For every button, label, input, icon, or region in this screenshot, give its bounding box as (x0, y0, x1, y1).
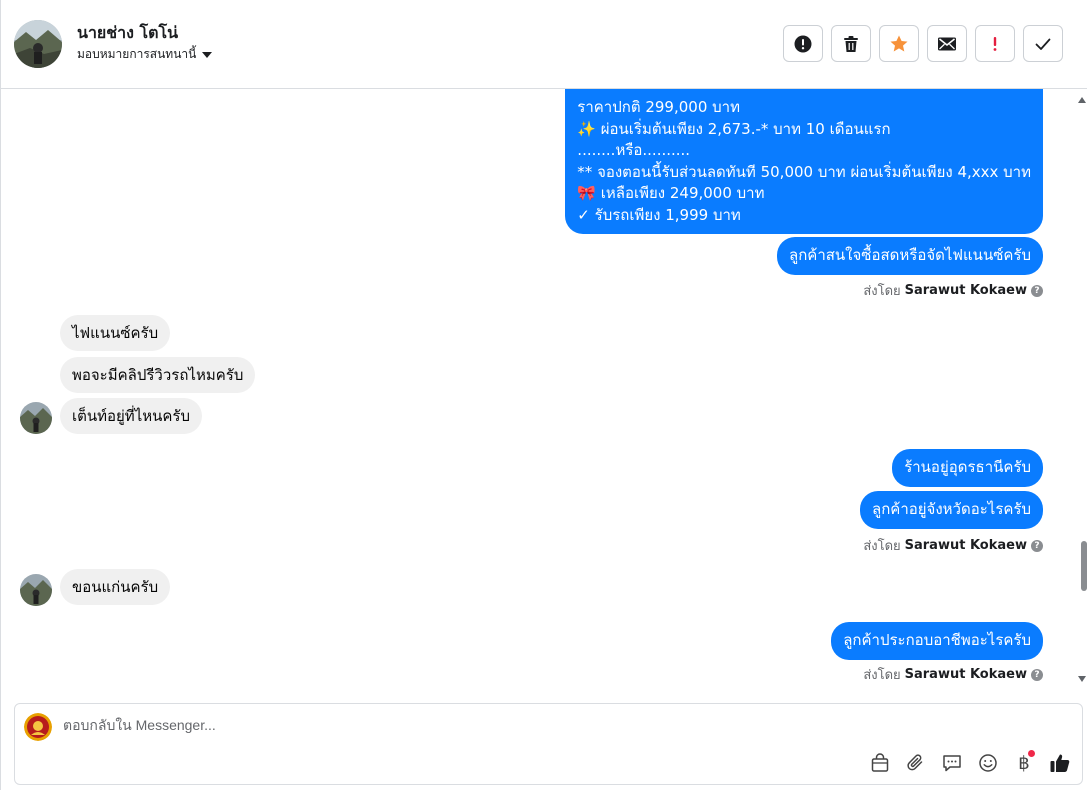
message-thread[interactable]: ราคาปกติ 299,000 บาท ✨ ผ่อนเริ่มต้นเพียง… (1, 89, 1081, 697)
saved-reply-icon (943, 755, 961, 772)
mark-unread-button[interactable] (927, 25, 967, 62)
star-button[interactable] (879, 25, 919, 62)
sent-by-prefix: ส่งโดย (863, 539, 901, 554)
notification-dot (1028, 750, 1035, 757)
thread-scrollbar[interactable] (1080, 89, 1087, 697)
outgoing-message[interactable]: ร้านอยู่อุดรธานีครับ (892, 449, 1043, 487)
alert-circle-icon (794, 35, 812, 52)
incoming-message[interactable]: เต็นท์อยู่ที่ไหนครับ (60, 398, 202, 434)
follow-up-button[interactable] (975, 25, 1015, 62)
sent-by-name: Sarawut Kokaew (904, 283, 1027, 298)
outgoing-message-promo[interactable]: ราคาปกติ 299,000 บาท ✨ ผ่อนเริ่มต้นเพียง… (565, 89, 1043, 234)
saved-replies-button[interactable] (941, 752, 963, 774)
promo-line: ** จองตอนนี้รับส่วนลดทันที 50,000 บาท ผ่… (577, 162, 1031, 181)
sent-by-name: Sarawut Kokaew (904, 538, 1027, 553)
envelope-icon (938, 37, 956, 50)
bag-button[interactable] (869, 752, 891, 774)
reply-composer: ฿ (14, 703, 1083, 785)
attach-button[interactable] (905, 752, 927, 774)
reply-input[interactable] (63, 717, 763, 733)
composer-tools: ฿ (869, 750, 1071, 774)
sent-by-label: ส่งโดย Sarawut Kokaew ? (863, 280, 1043, 301)
contact-avatar-small (20, 402, 52, 434)
sent-by-label: ส่งโดย Sarawut Kokaew ? (863, 664, 1043, 685)
sent-by-label: ส่งโดย Sarawut Kokaew ? (863, 535, 1043, 556)
promo-line: ราคาปกติ 299,000 บาท (577, 98, 740, 116)
incoming-message[interactable]: พอจะมีคลิปรีวิวรถไหมครับ (60, 357, 256, 393)
exclamation-icon (993, 36, 997, 51)
conversation-panel: นายช่าง โตโน่ มอบหมายการสนทนานี้ ราคาปกต… (0, 0, 1087, 790)
check-icon (1035, 38, 1051, 50)
scrollbar-thumb[interactable] (1081, 541, 1087, 591)
assign-conversation-dropdown[interactable]: มอบหมายการสนทนานี้ (77, 45, 213, 64)
assign-label: มอบหมายการสนทนานี้ (77, 47, 197, 61)
page-avatar (24, 713, 52, 741)
help-icon[interactable]: ? (1031, 539, 1043, 552)
emoji-button[interactable] (977, 752, 999, 774)
paperclip-icon (907, 754, 923, 771)
star-icon (890, 35, 908, 51)
sent-by-name: Sarawut Kokaew (904, 667, 1027, 682)
outgoing-message[interactable]: ลูกค้าประกอบอาชีพอะไรครับ (831, 622, 1043, 660)
trash-icon (844, 35, 858, 52)
caret-down-icon (202, 51, 213, 58)
promo-line: ✓ รับรถเพียง 1,999 บาท (577, 205, 741, 224)
emoji-icon (979, 754, 997, 772)
sent-by-prefix: ส่งโดย (863, 284, 901, 299)
contact-name[interactable]: นายช่าง โตโน่ (77, 21, 178, 46)
contact-avatar-small (20, 574, 52, 606)
scroll-down-arrow-icon[interactable] (1078, 676, 1086, 682)
incoming-message[interactable]: ไฟแนนซ์ครับ (60, 315, 171, 351)
help-icon[interactable]: ? (1031, 284, 1043, 297)
conversation-header: นายช่าง โตโน่ มอบหมายการสนทนานี้ (1, 0, 1087, 89)
outgoing-message[interactable]: ลูกค้าอยู่จังหวัดอะไรครับ (860, 491, 1043, 529)
sent-by-prefix: ส่งโดย (863, 668, 901, 683)
contact-avatar[interactable] (14, 20, 62, 68)
mark-done-button[interactable] (1023, 25, 1063, 62)
delete-button[interactable] (831, 25, 871, 62)
like-icon (1050, 754, 1070, 772)
help-icon[interactable]: ? (1031, 668, 1043, 681)
promo-line: ✨ ผ่อนเริ่มต้นเพียง 2,673.-* บาท 10 เดือ… (577, 119, 891, 138)
outgoing-message[interactable]: ลูกค้าสนใจซื้อสดหรือจัดไฟแนนซ์ครับ (777, 237, 1043, 275)
report-spam-button[interactable] (783, 25, 823, 62)
payment-button[interactable]: ฿ (1013, 750, 1035, 774)
bag-icon (871, 753, 889, 772)
like-button[interactable] (1049, 752, 1071, 774)
promo-line: 🎀 เหลือเพียง 249,000 บาท (577, 184, 765, 202)
incoming-message[interactable]: ขอนแก่นครับ (60, 569, 171, 605)
scroll-up-arrow-icon[interactable] (1078, 97, 1086, 103)
header-actions (783, 25, 1063, 62)
promo-line: ........หรือ.......... (577, 141, 691, 159)
